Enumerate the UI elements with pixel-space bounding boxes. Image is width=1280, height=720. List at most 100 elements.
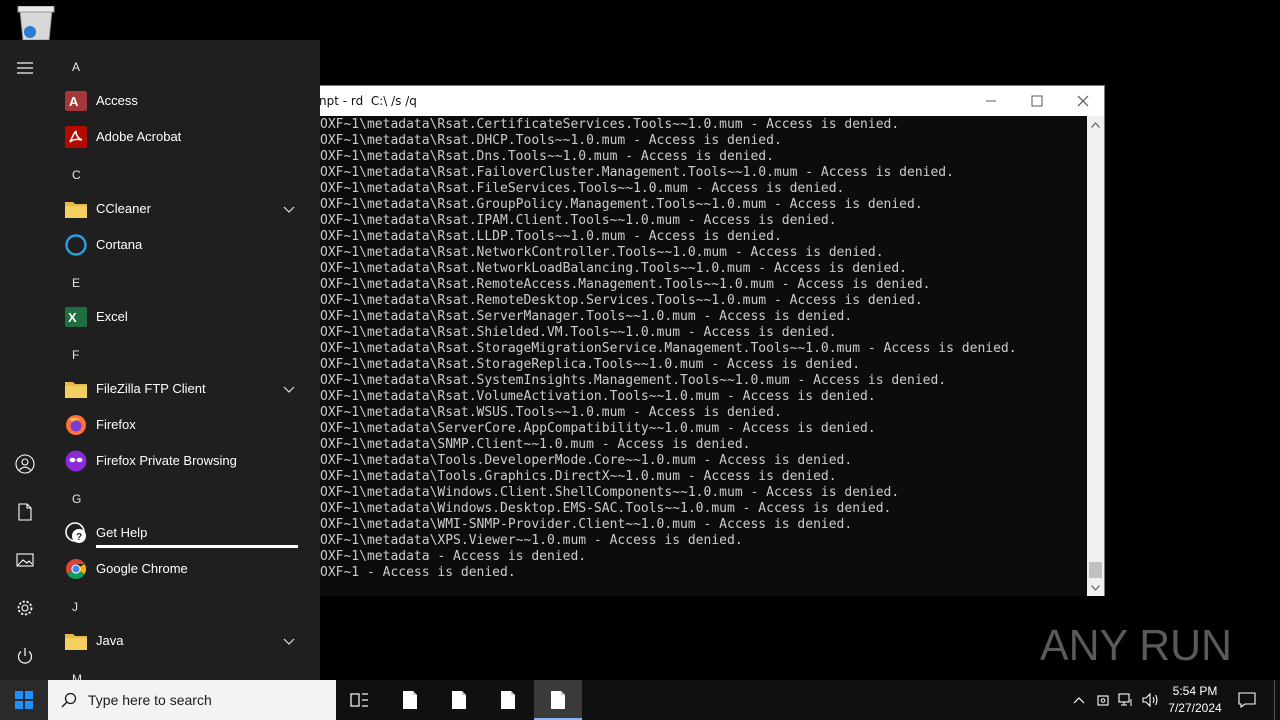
- close-button[interactable]: [1060, 86, 1106, 116]
- cortana-icon: [64, 233, 88, 257]
- app-item-firefox-private[interactable]: Firefox Private Browsing: [50, 443, 310, 479]
- pictures-button[interactable]: [10, 545, 40, 575]
- app-item-access[interactable]: A Access: [50, 83, 310, 119]
- console-line: OXF~1 - Access is denied.: [320, 565, 516, 580]
- app-label: Adobe Acrobat: [96, 129, 182, 144]
- console-window[interactable]: npt - rd C:\ /s /q OXF~1\metadata\Rsat.C…: [310, 85, 1105, 596]
- document-icon: [403, 691, 417, 709]
- console-line: OXF~1\metadata - Access is denied.: [320, 549, 587, 564]
- taskbar-search-box[interactable]: Type here to search: [48, 680, 336, 720]
- close-icon: [1077, 95, 1089, 107]
- app-item-cortana[interactable]: Cortana: [50, 227, 310, 263]
- settings-button[interactable]: [10, 593, 40, 623]
- network-button[interactable]: [1116, 690, 1136, 710]
- chrome-icon: [64, 557, 88, 581]
- hamburger-menu-button[interactable]: [10, 53, 40, 83]
- show-hidden-icons-button[interactable]: [1069, 690, 1089, 710]
- console-line: OXF~1\metadata\Rsat.IPAM.Client.Tools~~1…: [320, 213, 837, 228]
- app-item-ccleaner[interactable]: CCleaner: [50, 191, 310, 227]
- start-menu-rail: [0, 40, 50, 680]
- taskbar-app-document-1[interactable]: [386, 680, 434, 720]
- app-item-adobe-acrobat[interactable]: Adobe Acrobat: [50, 119, 310, 155]
- show-desktop-button[interactable]: [1274, 680, 1275, 720]
- app-label: FileZilla FTP Client: [96, 381, 206, 396]
- folder-icon: [64, 197, 88, 221]
- console-titlebar[interactable]: npt - rd C:\ /s /q: [311, 86, 1104, 116]
- chevron-down-icon[interactable]: [282, 202, 296, 216]
- maximize-button[interactable]: [1014, 86, 1060, 116]
- firefox-private-icon: [64, 449, 88, 473]
- letter-header-c[interactable]: C: [72, 168, 81, 182]
- console-line: OXF~1\metadata\Rsat.SystemInsights.Manag…: [320, 373, 947, 388]
- volume-button[interactable]: [1141, 690, 1161, 710]
- console-line: OXF~1\metadata\Rsat.StorageReplica.Tools…: [320, 357, 861, 372]
- chevron-down-icon[interactable]: [282, 634, 296, 648]
- console-line: OXF~1\metadata\SNMP.Client~~1.0.mum - Ac…: [320, 437, 751, 452]
- console-line: OXF~1\metadata\Rsat.ServerManager.Tools~…: [320, 309, 853, 324]
- console-line: OXF~1\metadata\Rsat.GroupPolicy.Manageme…: [320, 197, 923, 212]
- chevron-down-icon: [1091, 584, 1100, 591]
- console-line: OXF~1\metadata\Rsat.CertificateServices.…: [320, 117, 900, 132]
- search-icon: [61, 692, 77, 708]
- letter-header-g[interactable]: G: [72, 492, 81, 506]
- taskbar-app-document-3[interactable]: [484, 680, 532, 720]
- chevron-up-icon: [1091, 121, 1100, 128]
- app-item-google-chrome[interactable]: Google Chrome: [50, 551, 310, 587]
- device-icon: [1097, 695, 1109, 706]
- taskbar-app-document-active[interactable]: [534, 680, 582, 720]
- console-line: OXF~1\metadata\WMI-SNMP-Provider.Client~…: [320, 517, 853, 532]
- start-menu-app-list[interactable]: A A Access Adobe Acrobat C CCleaner Cort…: [50, 40, 320, 680]
- minimize-button[interactable]: [968, 86, 1014, 116]
- chevron-down-icon[interactable]: [282, 382, 296, 396]
- app-item-java[interactable]: Java: [50, 623, 310, 659]
- letter-header-j[interactable]: J: [72, 600, 78, 614]
- app-item-filezilla[interactable]: FileZilla FTP Client: [50, 371, 310, 407]
- letter-header-e[interactable]: E: [72, 276, 80, 290]
- folder-icon: [64, 629, 88, 653]
- app-item-get-help[interactable]: ? Get Help: [50, 515, 310, 551]
- clock-date: 7/27/2024: [1168, 701, 1222, 715]
- account-button[interactable]: [10, 449, 40, 479]
- get-help-icon: ?: [64, 521, 88, 545]
- start-button[interactable]: [0, 680, 48, 720]
- excel-icon: X: [64, 305, 88, 329]
- letter-header-m[interactable]: M: [72, 672, 82, 680]
- power-button[interactable]: [10, 641, 40, 671]
- console-line: OXF~1\metadata\Windows.Client.ShellCompo…: [320, 485, 900, 500]
- task-view-button[interactable]: [336, 680, 384, 720]
- app-item-excel[interactable]: X Excel: [50, 299, 310, 335]
- letter-header-f[interactable]: F: [72, 348, 79, 362]
- notification-icon: [1238, 692, 1256, 708]
- console-line: OXF~1\metadata\Rsat.Dns.Tools~~1.0.mum -…: [320, 149, 774, 164]
- svg-text:X: X: [68, 310, 77, 325]
- taskbar-app-document-2[interactable]: [435, 680, 483, 720]
- network-icon: [1118, 693, 1132, 706]
- windows-logo-icon: [15, 691, 33, 709]
- scroll-up-button[interactable]: [1087, 116, 1104, 133]
- minimize-icon: [986, 100, 996, 102]
- maximize-icon: [1031, 95, 1043, 107]
- console-output[interactable]: OXF~1\metadata\Rsat.CertificateServices.…: [311, 116, 1088, 596]
- tray-device-icon[interactable]: [1093, 690, 1113, 710]
- action-center-button[interactable]: [1237, 690, 1257, 710]
- letter-header-a[interactable]: A: [72, 60, 80, 74]
- app-label: Java: [96, 633, 124, 648]
- recycle-bin-icon[interactable]: [14, 5, 58, 41]
- app-label: Access: [96, 93, 138, 108]
- scroll-thumb[interactable]: [1089, 562, 1102, 578]
- app-label: Google Chrome: [96, 561, 188, 576]
- scroll-down-button[interactable]: [1087, 579, 1104, 596]
- speaker-icon: [1142, 693, 1158, 707]
- document-icon: [18, 503, 32, 521]
- document-icon: [501, 691, 515, 709]
- svg-text:A: A: [69, 94, 79, 109]
- console-line: OXF~1\metadata\Rsat.NetworkLoadBalancing…: [320, 261, 907, 276]
- console-line: OXF~1\metadata\Tools.DeveloperMode.Core~…: [320, 453, 853, 468]
- app-item-firefox[interactable]: Firefox: [50, 407, 310, 443]
- taskbar-clock[interactable]: 5:54 PM 7/27/2024: [1160, 683, 1230, 717]
- app-label: Firefox: [96, 417, 136, 432]
- documents-button[interactable]: [10, 497, 40, 527]
- access-icon: A: [64, 89, 88, 113]
- console-title: npt - rd C:\ /s /q: [319, 94, 417, 108]
- console-scrollbar[interactable]: [1087, 116, 1104, 596]
